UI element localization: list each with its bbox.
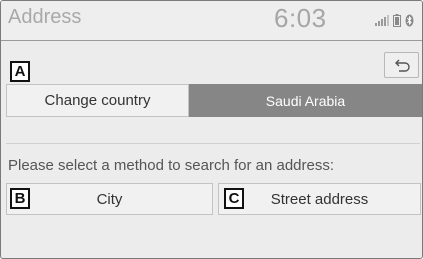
search-method-prompt: Please select a method to search for an …: [8, 157, 335, 174]
status-bar: Address 6:03: [1, 1, 422, 41]
bluetooth-icon: [405, 14, 414, 26]
callout-marker-b: B: [10, 188, 30, 209]
callout-marker-c: C: [224, 188, 244, 209]
clock: 6:03: [274, 3, 327, 33]
navigation-screen: Address 6:03 A Change country Saudi Arab…: [0, 0, 423, 259]
status-icons: [375, 13, 414, 27]
back-arrow-icon: [394, 59, 410, 72]
city-button[interactable]: City: [6, 183, 213, 215]
signal-icon: [375, 15, 389, 26]
selected-country: Saudi Arabia: [189, 84, 422, 117]
battery-icon: [393, 13, 401, 27]
divider: [6, 143, 420, 144]
back-button[interactable]: [384, 52, 419, 78]
street-address-button[interactable]: Street address: [218, 183, 421, 215]
country-row: Change country Saudi Arabia: [6, 84, 422, 117]
change-country-button[interactable]: Change country: [6, 84, 189, 117]
callout-marker-a: A: [10, 61, 30, 82]
screen-title: Address: [8, 6, 82, 28]
